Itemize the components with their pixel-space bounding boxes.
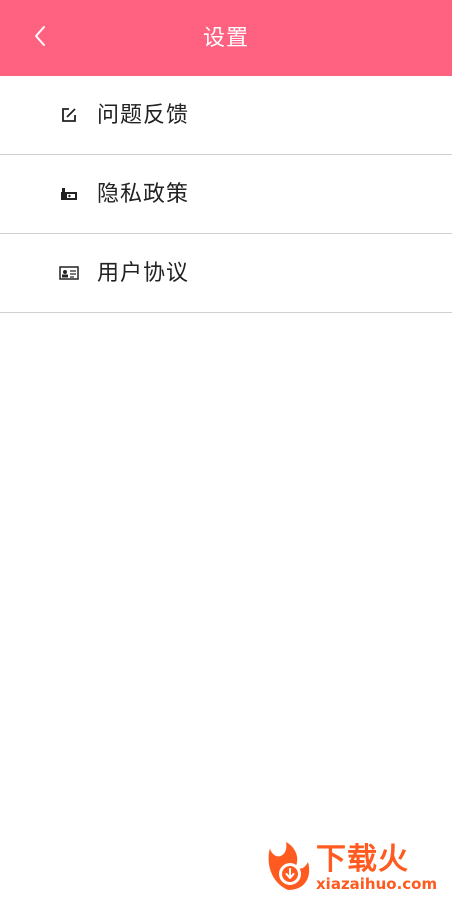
flame-logo-icon [264, 840, 314, 894]
menu-item-user-agreement[interactable]: 用户协议 [0, 234, 452, 313]
top-bar: 设置 [0, 0, 452, 76]
edit-icon [59, 106, 79, 124]
menu-item-label: 用户协议 [97, 261, 190, 286]
id-card-icon [59, 264, 79, 282]
settings-menu: 问题反馈 隐私政策 用户协议 [0, 76, 452, 313]
privacy-icon [59, 185, 79, 203]
watermark-domain: xiazaihuo.com [316, 875, 438, 893]
page-title: 设置 [202, 26, 249, 51]
menu-item-privacy-policy[interactable]: 隐私政策 [0, 155, 452, 234]
menu-item-label: 问题反馈 [97, 103, 190, 128]
watermark-brand: 下载火 [316, 842, 409, 877]
menu-item-feedback[interactable]: 问题反馈 [0, 76, 452, 155]
menu-item-label: 隐私政策 [97, 182, 190, 207]
watermark-logo: 下载火 xiazaihuo.com [264, 840, 446, 894]
settings-screen: 设置 问题反馈 隐私政策 用户协议 下载火 xiazaihuo.com [0, 0, 452, 900]
